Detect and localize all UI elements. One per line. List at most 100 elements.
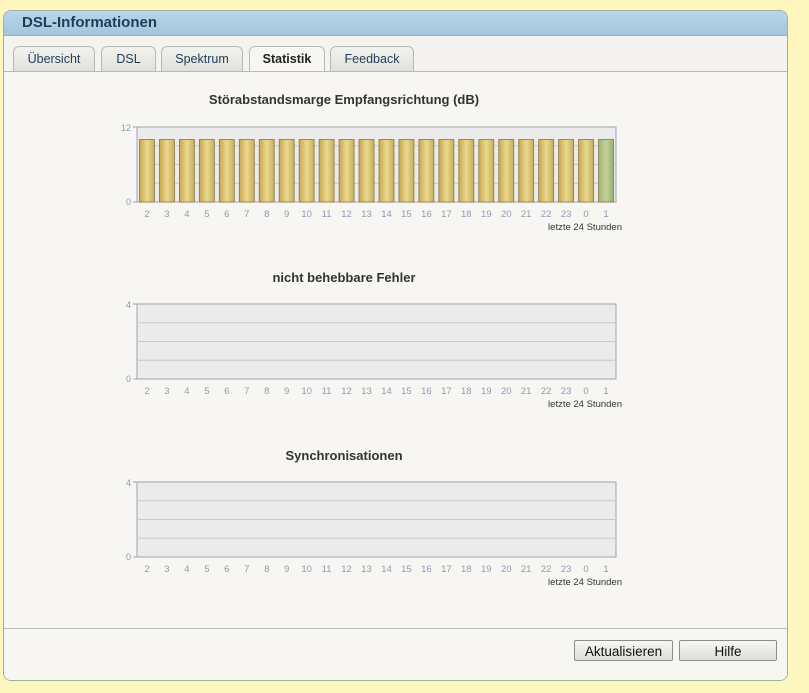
x-tick-label: 15 (401, 209, 412, 220)
tab-spektrum[interactable]: Spektrum (161, 46, 243, 71)
x-tick-label: 5 (204, 386, 209, 397)
x-tick-label: 0 (583, 209, 588, 220)
x-tick-label: 2 (144, 564, 149, 575)
x-tick-label: 20 (501, 564, 512, 575)
window-title: DSL-Informationen (4, 11, 787, 36)
y-tick-label: 4 (126, 478, 131, 488)
x-axis-label: letzte 24 Stunden (548, 577, 622, 588)
x-tick-label: 14 (381, 564, 392, 575)
chart-title-sync: Synchronisationen (285, 448, 403, 463)
x-tick-label: 6 (224, 386, 229, 397)
x-tick-label: 16 (421, 386, 432, 397)
x-tick-label: 2 (144, 386, 149, 397)
x-tick-label: 10 (301, 386, 312, 397)
bar (458, 139, 475, 203)
x-tick-label: 21 (521, 209, 532, 220)
bar (178, 139, 195, 203)
tab-dsl[interactable]: DSL (101, 46, 156, 71)
x-tick-label: 11 (322, 564, 332, 575)
x-tick-label: 9 (284, 209, 289, 220)
bar (198, 139, 215, 203)
x-tick-label: 1 (603, 564, 608, 575)
y-tick-label: 4 (126, 300, 131, 310)
x-tick-label: 7 (244, 386, 249, 397)
y-tick-label: 0 (126, 197, 131, 207)
x-tick-label: 4 (184, 386, 189, 397)
x-tick-label: 23 (561, 209, 572, 220)
x-tick-label: 3 (164, 209, 169, 220)
x-tick-label: 10 (301, 564, 312, 575)
x-tick-label: 11 (322, 209, 332, 220)
chart-title-errors: nicht behebbare Fehler (272, 270, 416, 285)
x-tick-label: 19 (481, 386, 492, 397)
bar (159, 139, 175, 203)
bar (278, 139, 295, 203)
chart-title-snr: Störabstandsmarge Empfangsrichtung (dB) (208, 92, 480, 107)
bar (438, 139, 455, 203)
x-tick-label: 7 (244, 209, 249, 220)
x-tick-label: 12 (341, 386, 352, 397)
refresh-button[interactable]: Aktualisieren (574, 640, 673, 661)
bar (318, 139, 335, 203)
x-tick-label: 18 (461, 386, 472, 397)
dsl-info-window: DSL-Informationen Übersicht DSL Spektrum… (3, 10, 788, 681)
x-tick-label: 5 (204, 564, 209, 575)
x-tick-label: 17 (441, 386, 452, 397)
x-tick-label: 8 (264, 564, 269, 575)
statistics-panel: Störabstandsmarge Empfangsrichtung (dB) … (4, 72, 787, 627)
bar (538, 139, 555, 203)
bar (358, 139, 375, 203)
bar (478, 139, 495, 203)
bar (498, 139, 515, 203)
tab-feedback[interactable]: Feedback (330, 46, 414, 71)
x-tick-label: 17 (441, 209, 452, 220)
x-tick-label: 6 (224, 209, 229, 220)
x-tick-label: 19 (481, 209, 492, 220)
x-tick-label: 0 (583, 386, 588, 397)
tab-uebersicht[interactable]: Übersicht (13, 46, 95, 71)
x-tick-label: 0 (583, 564, 588, 575)
x-tick-label: 8 (264, 209, 269, 220)
x-tick-label: 14 (381, 386, 392, 397)
x-axis-label: letzte 24 Stunden (548, 399, 622, 410)
bar (418, 139, 435, 203)
bar (238, 139, 255, 203)
bar (258, 139, 275, 203)
tab-statistik[interactable]: Statistik (249, 46, 325, 73)
x-tick-label: 18 (461, 209, 472, 220)
x-tick-label: 13 (361, 386, 372, 397)
x-tick-label: 23 (561, 564, 572, 575)
x-tick-label: 15 (401, 386, 412, 397)
x-tick-label: 8 (264, 386, 269, 397)
x-tick-label: 16 (421, 209, 432, 220)
x-tick-label: 20 (501, 209, 512, 220)
x-axis-label: letzte 24 Stunden (548, 222, 622, 233)
help-button[interactable]: Hilfe (679, 640, 777, 661)
x-tick-label: 21 (521, 564, 532, 575)
x-tick-label: 22 (541, 386, 552, 397)
x-tick-label: 9 (284, 386, 289, 397)
x-tick-label: 12 (341, 564, 352, 575)
x-tick-label: 5 (204, 209, 209, 220)
x-tick-label: 19 (481, 564, 492, 575)
uncorrectable-errors-chart: 402 3 4 5 6 7 8 9 10 11 12 13 14 15 16 17 18 19 20 21 22 23 0 1… (126, 300, 622, 410)
x-tick-label: 12 (341, 209, 352, 220)
x-tick-label: 22 (541, 564, 552, 575)
x-tick-label: 13 (361, 209, 372, 220)
x-tick-label: 7 (244, 564, 249, 575)
x-tick-label: 11 (322, 386, 332, 397)
bar (338, 139, 355, 203)
x-tick-label: 17 (441, 564, 452, 575)
bar (558, 139, 575, 203)
x-tick-label: 3 (164, 564, 169, 575)
y-tick-label: 12 (121, 123, 131, 133)
x-tick-label: 23 (561, 386, 572, 397)
x-tick-label: 6 (224, 564, 229, 575)
bar (218, 139, 235, 203)
bar (378, 139, 395, 203)
x-tick-label: 1 (603, 209, 608, 220)
bar (598, 139, 614, 203)
x-tick-label: 13 (361, 564, 372, 575)
x-tick-label: 14 (381, 209, 392, 220)
y-tick-label: 0 (126, 552, 131, 562)
